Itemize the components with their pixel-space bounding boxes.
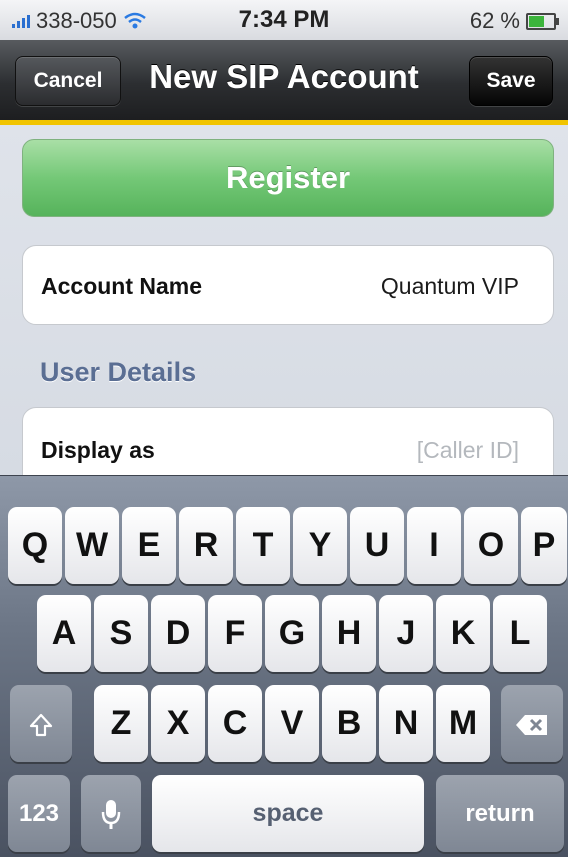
battery-info: 62 % bbox=[469, 8, 559, 34]
navigation-bar: Cancel New SIP Account Save bbox=[0, 40, 568, 125]
key-f[interactable]: F bbox=[208, 595, 262, 672]
key-w[interactable]: W bbox=[65, 507, 119, 584]
display-as-field[interactable]: [Caller ID] bbox=[417, 437, 519, 464]
backspace-icon bbox=[516, 715, 547, 736]
account-name-label: Account Name bbox=[41, 273, 203, 299]
space-key[interactable]: space bbox=[152, 775, 424, 852]
key-s[interactable]: S bbox=[94, 595, 148, 672]
key-k[interactable]: K bbox=[436, 595, 490, 672]
account-name-row[interactable]: Account Name Quantum VIP bbox=[22, 245, 554, 325]
numbers-key[interactable]: 123 bbox=[8, 775, 70, 852]
key-e[interactable]: E bbox=[122, 507, 176, 584]
key-j[interactable]: J bbox=[379, 595, 433, 672]
key-t[interactable]: T bbox=[236, 507, 290, 584]
status-bar: 338-050 7:34 PM 62 % bbox=[0, 0, 568, 40]
key-d[interactable]: D bbox=[151, 595, 205, 672]
key-n[interactable]: N bbox=[379, 685, 433, 762]
key-q[interactable]: Q bbox=[8, 507, 62, 584]
key-p[interactable]: P bbox=[521, 507, 567, 584]
key-g[interactable]: G bbox=[265, 595, 319, 672]
user-details-header: User Details bbox=[40, 357, 197, 387]
microphone-icon bbox=[101, 800, 121, 830]
key-y[interactable]: Y bbox=[293, 507, 347, 584]
form-content: Register Account Name Quantum VIP User D… bbox=[0, 125, 568, 509]
key-a[interactable]: A bbox=[37, 595, 91, 672]
register-button[interactable]: Register bbox=[22, 139, 554, 217]
key-l[interactable]: L bbox=[493, 595, 547, 672]
key-i[interactable]: I bbox=[407, 507, 461, 584]
shift-key[interactable] bbox=[10, 685, 72, 762]
key-r[interactable]: R bbox=[179, 507, 233, 584]
key-c[interactable]: C bbox=[208, 685, 262, 762]
battery-percent: 62 % bbox=[469, 8, 520, 33]
key-h[interactable]: H bbox=[322, 595, 376, 672]
account-name-field[interactable]: Quantum VIP bbox=[381, 273, 519, 300]
return-key[interactable]: return bbox=[436, 775, 564, 852]
dictation-key[interactable] bbox=[81, 775, 141, 852]
key-x[interactable]: X bbox=[151, 685, 205, 762]
key-o[interactable]: O bbox=[464, 507, 518, 584]
key-b[interactable]: B bbox=[322, 685, 376, 762]
display-as-label: Display as bbox=[41, 437, 155, 463]
backspace-key[interactable] bbox=[501, 685, 563, 762]
shift-arrow-icon bbox=[29, 713, 53, 737]
battery-level-fill bbox=[529, 15, 544, 27]
key-m[interactable]: M bbox=[436, 685, 490, 762]
battery-icon bbox=[526, 12, 559, 30]
save-button[interactable]: Save bbox=[469, 56, 553, 106]
keyboard: Q W E R T Y U I O P A S D F G H J K L Z … bbox=[0, 475, 568, 857]
key-u[interactable]: U bbox=[350, 507, 404, 584]
key-z[interactable]: Z bbox=[94, 685, 148, 762]
key-v[interactable]: V bbox=[265, 685, 319, 762]
